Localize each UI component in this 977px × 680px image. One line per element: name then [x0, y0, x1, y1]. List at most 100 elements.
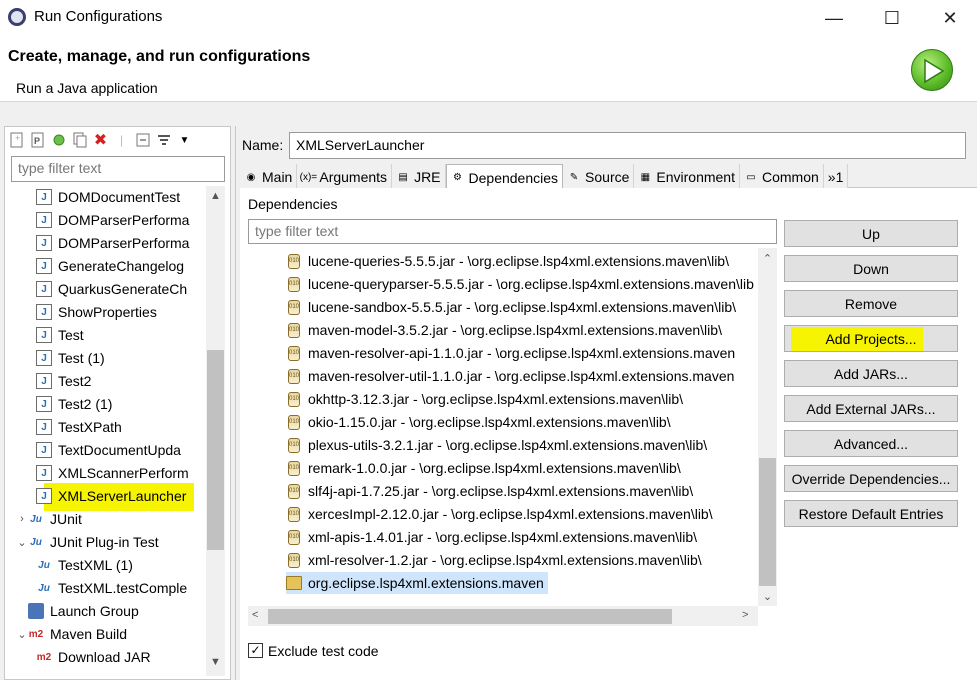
dependency-item[interactable]: 010 okhttp-3.12.3.jar - \org.eclipse.lsp4… [288, 388, 683, 410]
tab-label: Dependencies [468, 169, 559, 186]
delete-icon[interactable]: ✖ [92, 132, 109, 149]
tab-common[interactable]: ▭ Common [739, 164, 824, 188]
maximize-button[interactable]: ☐ [863, 0, 921, 36]
tree-item[interactable]: Launch Group [10, 600, 206, 622]
tree-item[interactable]: J Test [10, 324, 206, 346]
source-tab-icon: ✎ [569, 171, 579, 183]
dependencies-scroll-left-icon[interactable]: < [252, 609, 258, 621]
configuration-tree[interactable]: J DOMDocumentTest J DOMParserPerforma J DOMPa… [10, 186, 206, 676]
tab-label: JRE [414, 169, 441, 185]
dependencies-scroll-right-icon[interactable]: > [742, 609, 748, 621]
java-app-icon: J [36, 419, 52, 435]
tree-item[interactable]: J ShowProperties [10, 301, 206, 323]
dependencies-hscrollbar-thumb[interactable] [268, 609, 672, 624]
tab-label: Environment [656, 169, 735, 185]
button-label: Up [862, 225, 880, 242]
dependencies-list[interactable]: 010 lucene-queries-5.5.5.jar - \org.eclip… [248, 248, 758, 606]
tree-item[interactable]: J XMLServerLauncher [10, 485, 206, 507]
tree-item[interactable]: J Test2 (1) [10, 393, 206, 415]
collapse-all-icon[interactable] [134, 132, 151, 149]
tree-item[interactable]: J DOMDocumentTest [10, 186, 206, 208]
tree-scrollbar-thumb[interactable] [207, 350, 224, 550]
add-external-jars-button[interactable]: Add External JARs... [784, 395, 958, 422]
dependency-item[interactable]: 010 maven-resolver-util-1.1.0.jar - \org.… [288, 365, 734, 387]
tree-item[interactable]: J DOMParserPerforma [10, 209, 206, 231]
tree-item[interactable]: J TestXPath [10, 416, 206, 438]
view-menu-icon[interactable]: ▼ [176, 132, 193, 149]
new-configuration-icon[interactable]: + [8, 132, 25, 149]
twisty-icon[interactable]: ⌄ [16, 536, 28, 549]
dependency-item[interactable]: 010 lucene-queries-5.5.5.jar - \org.eclip… [288, 250, 729, 272]
dependency-item[interactable]: 010 maven-resolver-api-1.1.0.jar - \org.e… [288, 342, 735, 364]
dependency-item[interactable]: 010 plexus-utils-3.2.1.jar - \org.eclipse… [288, 434, 707, 456]
dependency-item[interactable]: 010 lucene-queryparser-5.5.5.jar - \org.e… [288, 273, 754, 295]
add-projects-button[interactable]: Add Projects... [784, 325, 958, 352]
tree-scroll-up-icon[interactable]: ▲ [206, 190, 225, 202]
tree-item[interactable]: J DOMParserPerforma [10, 232, 206, 254]
tree-item[interactable]: J GenerateChangelog [10, 255, 206, 277]
dependencies-scroll-up-icon[interactable]: ⌃ [758, 252, 777, 265]
jar-icon: 010 [288, 506, 300, 522]
tab-jre[interactable]: ▤ JRE [392, 164, 446, 188]
arguments-tab-icon: (x)= [299, 171, 318, 183]
advanced-button[interactable]: Advanced... [784, 430, 958, 457]
project-dependency-item[interactable]: org.eclipse.lsp4xml.extensions.maven [286, 572, 548, 594]
tree-item-label: JUnit Plug-in Test [50, 534, 159, 550]
tab-main[interactable]: ◉ Main [240, 164, 298, 188]
dependency-item[interactable]: 010 lucene-sandbox-5.5.5.jar - \org.eclip… [288, 296, 736, 318]
filter-icon[interactable] [155, 132, 172, 149]
dependency-item[interactable]: 010 maven-model-3.5.2.jar - \org.eclipse.… [288, 319, 722, 341]
dependencies-scroll-down-icon[interactable]: ⌄ [758, 590, 777, 603]
tree-item[interactable]: J Test2 [10, 370, 206, 392]
remove-button[interactable]: Remove [784, 290, 958, 317]
tree-item[interactable]: J QuarkusGenerateCh [10, 278, 206, 300]
dependency-item[interactable]: 010 slf4j-api-1.7.25.jar - \org.eclipse.l… [288, 480, 693, 502]
tab-environment[interactable]: ▦ Environment [634, 164, 740, 188]
dependencies-filter-input[interactable]: type filter text [248, 219, 777, 244]
dependency-label: slf4j-api-1.7.25.jar - \org.eclipse.lsp4… [308, 483, 694, 499]
tree-item[interactable]: J TextDocumentUpda [10, 439, 206, 461]
tree-item[interactable]: ⌄ Ju JUnit Plug-in Test [10, 531, 206, 553]
tree-item[interactable]: Ju TestXML.testComple [10, 577, 206, 599]
tree-item[interactable]: J Test (1) [10, 347, 206, 369]
twisty-icon[interactable]: ⌄ [16, 628, 28, 641]
button-label: Down [853, 260, 889, 277]
tree-item[interactable]: Ju TestXML (1) [10, 554, 206, 576]
twisty-icon[interactable]: › [16, 513, 28, 525]
duplicate-icon[interactable] [71, 132, 88, 149]
tree-item[interactable]: m2 Download JAR [10, 646, 206, 668]
tree-item[interactable]: J XMLScannerPerform [10, 462, 206, 484]
down-button[interactable]: Down [784, 255, 958, 282]
dependencies-vscrollbar-thumb[interactable] [759, 458, 776, 586]
configuration-filter-input[interactable]: type filter text [11, 156, 225, 182]
dependency-item[interactable]: 010 xml-apis-1.4.01.jar - \org.eclipse.ls… [288, 526, 697, 548]
up-button[interactable]: Up [784, 220, 958, 247]
minimize-button[interactable]: — [805, 0, 863, 36]
dependency-item[interactable]: 010 xercesImpl-2.12.0.jar - \org.eclipse.… [288, 503, 713, 525]
tab-1[interactable]: »1 [823, 164, 849, 188]
dependency-item[interactable]: 010 okio-1.15.0.jar - \org.eclipse.lsp4xm… [288, 411, 671, 433]
dependency-item[interactable]: 010 xml-resolver-1.2.jar - \org.eclipse.l… [288, 549, 702, 571]
jar-icon: 010 [288, 322, 300, 338]
restore-default-entries-button[interactable]: Restore Default Entries [784, 500, 958, 527]
tree-item-label: JUnit [50, 511, 82, 527]
dependency-label: xml-resolver-1.2.jar - \org.eclipse.lsp4… [308, 552, 702, 568]
button-label: Override Dependencies... [791, 470, 951, 487]
tree-item[interactable]: › Ju JUnit [10, 508, 206, 530]
tree-scroll-down-icon[interactable]: ▼ [206, 656, 225, 668]
export-icon[interactable] [50, 132, 67, 149]
tab-dependencies[interactable]: ⚙ Dependencies [445, 164, 564, 188]
override-dependencies-button[interactable]: Override Dependencies... [784, 465, 958, 492]
close-button[interactable]: ✕ [921, 0, 977, 36]
dependency-label: maven-resolver-util-1.1.0.jar - \org.ecl… [308, 368, 735, 384]
add-jars-button[interactable]: Add JARs... [784, 360, 958, 387]
tree-item[interactable]: ⌄ m2 Maven Build [10, 623, 206, 645]
dependency-item[interactable]: 010 remark-1.0.0.jar - \org.eclipse.lsp4x… [288, 457, 681, 479]
name-input[interactable]: XMLServerLauncher [289, 132, 966, 159]
new-prototype-icon[interactable]: P [29, 132, 46, 149]
exclude-test-checkbox[interactable]: ✓ [248, 643, 263, 658]
tab-source[interactable]: ✎ Source [563, 164, 635, 188]
project-folder-icon [286, 576, 302, 590]
tab-bar: ◉ Main (x)= Arguments ▤ JRE ⚙ Dependencies ✎ Sour… [240, 164, 977, 188]
tab-arguments[interactable]: (x)= Arguments [297, 164, 393, 188]
